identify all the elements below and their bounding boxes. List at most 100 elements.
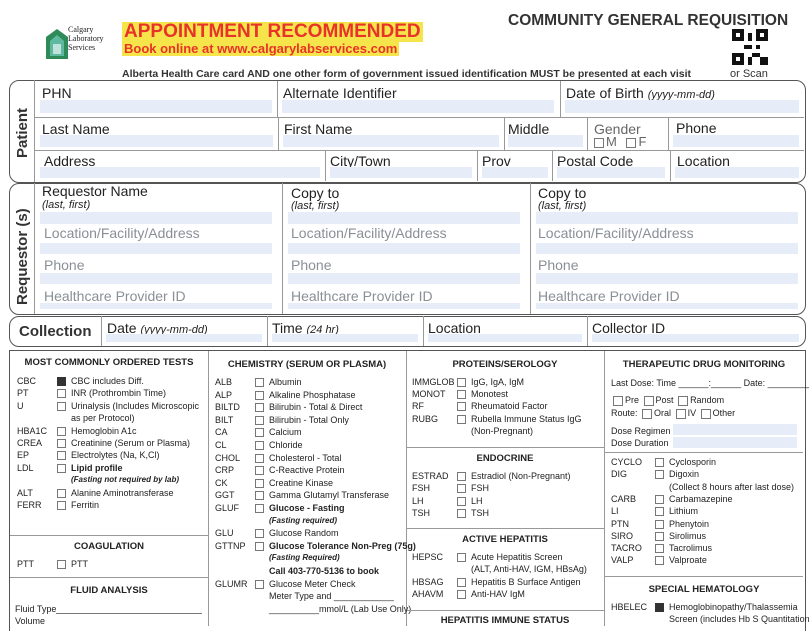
dose-regimen-field[interactable] xyxy=(673,424,797,435)
random-checkbox[interactable] xyxy=(678,395,689,406)
requestor-name-field[interactable] xyxy=(40,212,272,224)
test-checkbox[interactable] xyxy=(655,556,664,566)
test-checkbox[interactable] xyxy=(255,504,264,513)
copy-to-1-name-field[interactable] xyxy=(288,212,520,224)
test-checkbox[interactable] xyxy=(655,507,664,517)
post-checkbox[interactable] xyxy=(643,395,654,406)
test-checkbox[interactable] xyxy=(255,390,264,400)
test-label: Digoxin xyxy=(669,469,700,480)
test-checkbox[interactable] xyxy=(57,401,66,411)
test-checkbox[interactable] xyxy=(457,472,466,481)
test-checkbox[interactable] xyxy=(255,378,264,387)
test-checkbox[interactable] xyxy=(57,451,66,461)
test-checkbox[interactable] xyxy=(457,496,466,506)
copy-to-2-hpid-field[interactable]: Healthcare Provider ID xyxy=(538,288,680,304)
test-code: GGT xyxy=(215,490,235,501)
test-checkbox[interactable] xyxy=(255,529,264,539)
fluid-type-field[interactable] xyxy=(56,613,202,614)
alternate-identifier-field[interactable] xyxy=(282,100,554,113)
test-checkbox[interactable] xyxy=(255,415,264,425)
patient-location-field[interactable] xyxy=(675,167,799,178)
first-name-field[interactable] xyxy=(283,135,499,147)
copy-to-1-hpid-field[interactable]: Healthcare Provider ID xyxy=(291,288,433,304)
requestor-phone-field[interactable]: Phone xyxy=(44,257,84,273)
phone-field[interactable] xyxy=(673,135,799,147)
test-checkbox[interactable] xyxy=(57,463,66,473)
last-dose-field[interactable]: Last Dose: Time ______:______ Date: ____… xyxy=(611,378,809,388)
test-checkbox[interactable] xyxy=(255,478,264,488)
oral-checkbox[interactable] xyxy=(642,408,653,419)
test-checkbox[interactable] xyxy=(457,553,466,562)
ptt-code: PTT xyxy=(17,559,34,569)
city-field[interactable] xyxy=(330,167,472,178)
test-checkbox[interactable] xyxy=(57,439,66,448)
copy-to-2-name-field[interactable] xyxy=(536,212,798,224)
middle-field[interactable] xyxy=(508,135,583,147)
test-label: (Fasting Required) xyxy=(269,553,340,563)
test-checkbox[interactable] xyxy=(57,389,66,399)
hbelec-checkbox[interactable] xyxy=(655,603,664,612)
test-checkbox[interactable] xyxy=(457,484,466,494)
test-checkbox[interactable] xyxy=(655,531,664,541)
copy-to-1-phone-field[interactable]: Phone xyxy=(291,257,331,273)
test-label: (ALT, Anti-HAV, IGM, HBsAg) xyxy=(471,564,587,575)
test-checkbox[interactable] xyxy=(57,426,66,436)
test-checkbox[interactable] xyxy=(457,577,466,587)
test-code: ALT xyxy=(17,487,33,498)
phn-field[interactable] xyxy=(40,100,272,113)
test-checkbox[interactable] xyxy=(457,590,466,600)
test-checkbox[interactable] xyxy=(655,519,664,529)
last-name-field[interactable] xyxy=(40,135,273,147)
test-checkbox[interactable] xyxy=(255,403,264,413)
copy-to-2-location-field[interactable]: Location/Facility/Address xyxy=(538,225,694,241)
ptt-checkbox[interactable] xyxy=(57,560,66,569)
test-code: CRP xyxy=(215,465,235,476)
test-code: SIRO xyxy=(611,530,634,541)
test-checkbox[interactable] xyxy=(57,377,66,386)
test-checkbox[interactable] xyxy=(255,491,264,501)
test-label: Meter Type and ____________ xyxy=(269,591,394,602)
test-checkbox[interactable] xyxy=(57,501,66,510)
address-field[interactable] xyxy=(40,167,320,178)
test-checkbox[interactable] xyxy=(457,378,466,387)
requestor-hpid-field[interactable]: Healthcare Provider ID xyxy=(44,288,186,304)
qr-code-icon[interactable] xyxy=(732,28,768,66)
dob-field[interactable] xyxy=(565,100,799,113)
collection-location-field[interactable] xyxy=(428,334,582,342)
test-checkbox[interactable] xyxy=(255,453,264,463)
test-code: CARB xyxy=(611,493,637,504)
pre-checkbox[interactable] xyxy=(613,395,623,406)
test-checkbox[interactable] xyxy=(457,414,466,424)
test-checkbox[interactable] xyxy=(255,466,264,476)
test-checkbox[interactable] xyxy=(655,494,664,504)
other-checkbox[interactable] xyxy=(700,408,711,419)
dose-duration-field[interactable] xyxy=(673,437,797,448)
test-checkbox[interactable] xyxy=(255,541,264,551)
copy-to-1-location-field[interactable]: Location/Facility/Address xyxy=(291,225,447,241)
test-label: (Fasting not required by lab) xyxy=(71,475,180,485)
postal-code-field[interactable] xyxy=(557,167,665,178)
test-checkbox[interactable] xyxy=(655,458,664,467)
collection-date-field[interactable] xyxy=(106,334,262,342)
prov-field[interactable] xyxy=(482,167,548,178)
gender-f-checkbox[interactable] xyxy=(626,137,637,148)
gender-m-checkbox[interactable] xyxy=(594,137,604,148)
test-checkbox[interactable] xyxy=(255,441,264,450)
requestor-location-field[interactable]: Location/Facility/Address xyxy=(44,225,200,241)
test-checkbox[interactable] xyxy=(457,508,466,518)
collection-time-field[interactable] xyxy=(272,334,418,342)
test-checkbox[interactable] xyxy=(655,544,664,554)
test-label: Urinalysis (Includes Microscopic xyxy=(71,400,200,411)
copy-to-2-phone-field[interactable]: Phone xyxy=(538,257,578,273)
collector-id-field[interactable] xyxy=(592,334,799,342)
test-checkbox[interactable] xyxy=(457,402,466,412)
test-checkbox[interactable] xyxy=(255,428,264,438)
test-checkbox[interactable] xyxy=(255,579,264,589)
logo: Calgary Laboratory Services xyxy=(46,25,110,67)
test-checkbox[interactable] xyxy=(655,470,664,480)
test-label: Hepatitis B Surface Antigen xyxy=(471,576,581,587)
iv-checkbox[interactable] xyxy=(675,408,686,419)
test-checkbox[interactable] xyxy=(457,390,466,400)
appointment-booking-link[interactable]: Book online at www.calgarylabservices.co… xyxy=(122,41,400,56)
test-checkbox[interactable] xyxy=(57,488,66,498)
